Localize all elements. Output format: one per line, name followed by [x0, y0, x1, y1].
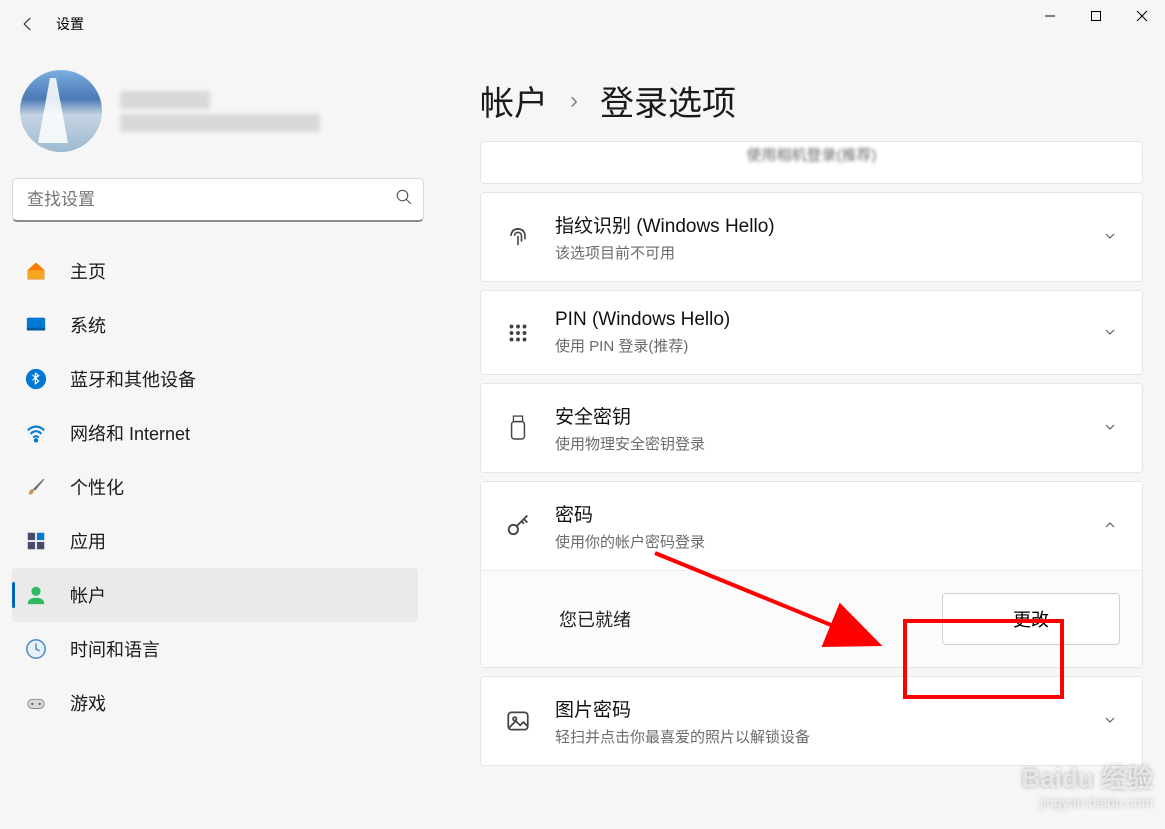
- clock-icon: [24, 637, 48, 661]
- nav-bluetooth[interactable]: 蓝牙和其他设备: [12, 352, 418, 406]
- nav-home[interactable]: 主页: [12, 244, 418, 298]
- card-subtitle: 轻扫并点击你最喜爱的照片以解锁设备: [555, 726, 1080, 747]
- nav-label: 时间和语言: [70, 636, 160, 662]
- search-icon: [395, 188, 413, 211]
- bluetooth-icon: [24, 367, 48, 391]
- search-input[interactable]: [27, 190, 395, 210]
- main-content: 帐户 › 登录选项 使用相机登录(推荐) 指纹识别 (Windows Hello…: [440, 48, 1165, 829]
- nav-label: 游戏: [70, 690, 106, 716]
- wifi-icon: [24, 421, 48, 445]
- card-subtitle: 使用相机登录(推荐): [747, 144, 877, 165]
- nav-label: 网络和 Internet: [70, 420, 190, 446]
- back-button[interactable]: [8, 4, 48, 44]
- image-icon: [503, 706, 533, 736]
- nav-label: 应用: [70, 528, 106, 554]
- chevron-right-icon: ›: [570, 87, 578, 115]
- key-icon: [503, 511, 533, 541]
- option-security-key[interactable]: 安全密钥 使用物理安全密钥登录: [480, 383, 1143, 473]
- option-face-partial[interactable]: 使用相机登录(推荐): [480, 141, 1143, 184]
- profile-block[interactable]: [12, 60, 430, 178]
- watermark: Baidu 经验 jingyan.baidu.com: [1022, 763, 1153, 811]
- nav-apps[interactable]: 应用: [12, 514, 418, 568]
- nav-label: 个性化: [70, 474, 124, 500]
- sidebar: 主页 系统 蓝牙和其他设备 网络和 Internet: [0, 48, 440, 829]
- breadcrumb: 帐户 › 登录选项: [480, 76, 1143, 125]
- password-status: 您已就绪: [559, 606, 942, 632]
- chevron-up-icon: [1102, 517, 1120, 535]
- card-title: 密码: [555, 500, 1080, 527]
- card-subtitle: 使用 PIN 登录(推荐): [555, 335, 1080, 356]
- option-pin[interactable]: PIN (Windows Hello) 使用 PIN 登录(推荐): [480, 290, 1143, 375]
- person-icon: [24, 583, 48, 607]
- home-icon: [24, 259, 48, 283]
- card-title: 指纹识别 (Windows Hello): [555, 211, 1080, 238]
- option-picture-password[interactable]: 图片密码 轻扫并点击你最喜爱的照片以解锁设备: [480, 676, 1143, 766]
- option-fingerprint[interactable]: 指纹识别 (Windows Hello) 该选项目前不可用: [480, 192, 1143, 282]
- fingerprint-icon: [503, 222, 533, 252]
- window-minimize-button[interactable]: [1027, 0, 1073, 32]
- nav-system[interactable]: 系统: [12, 298, 418, 352]
- nav-personalization[interactable]: 个性化: [12, 460, 418, 514]
- nav-label: 系统: [70, 312, 106, 338]
- option-password[interactable]: 密码 使用你的帐户密码登录: [481, 482, 1142, 570]
- nav-list: 主页 系统 蓝牙和其他设备 网络和 Internet: [12, 244, 430, 730]
- nav-gaming[interactable]: 游戏: [12, 676, 418, 730]
- nav-label: 蓝牙和其他设备: [70, 366, 196, 392]
- profile-text: [120, 86, 320, 137]
- chevron-down-icon: [1102, 228, 1120, 246]
- system-icon: [24, 313, 48, 337]
- usb-key-icon: [503, 413, 533, 443]
- chevron-down-icon: [1102, 712, 1120, 730]
- chevron-down-icon: [1102, 324, 1120, 342]
- card-subtitle: 使用物理安全密钥登录: [555, 433, 1080, 454]
- app-title: 设置: [56, 14, 84, 34]
- breadcrumb-parent[interactable]: 帐户: [480, 76, 548, 125]
- avatar: [20, 70, 102, 152]
- password-status-row: 您已就绪 更改: [481, 570, 1142, 667]
- card-subtitle: 该选项目前不可用: [555, 242, 1080, 263]
- window-maximize-button[interactable]: [1073, 0, 1119, 32]
- nav-network[interactable]: 网络和 Internet: [12, 406, 418, 460]
- card-title: PIN (Windows Hello): [555, 309, 1080, 331]
- apps-icon: [24, 529, 48, 553]
- card-title: 安全密钥: [555, 402, 1080, 429]
- chevron-down-icon: [1102, 419, 1120, 437]
- breadcrumb-current: 登录选项: [600, 76, 736, 125]
- brush-icon: [24, 475, 48, 499]
- nav-label: 帐户: [70, 582, 106, 608]
- nav-time-language[interactable]: 时间和语言: [12, 622, 418, 676]
- card-title: 图片密码: [555, 695, 1080, 722]
- keypad-icon: [503, 318, 533, 348]
- change-password-button[interactable]: 更改: [942, 593, 1120, 645]
- gamepad-icon: [24, 691, 48, 715]
- search-box[interactable]: [12, 178, 424, 222]
- card-subtitle: 使用你的帐户密码登录: [555, 531, 1080, 552]
- nav-label: 主页: [70, 258, 106, 284]
- nav-accounts[interactable]: 帐户: [12, 568, 418, 622]
- window-close-button[interactable]: [1119, 0, 1165, 32]
- option-password-group: 密码 使用你的帐户密码登录 您已就绪 更改: [480, 481, 1143, 668]
